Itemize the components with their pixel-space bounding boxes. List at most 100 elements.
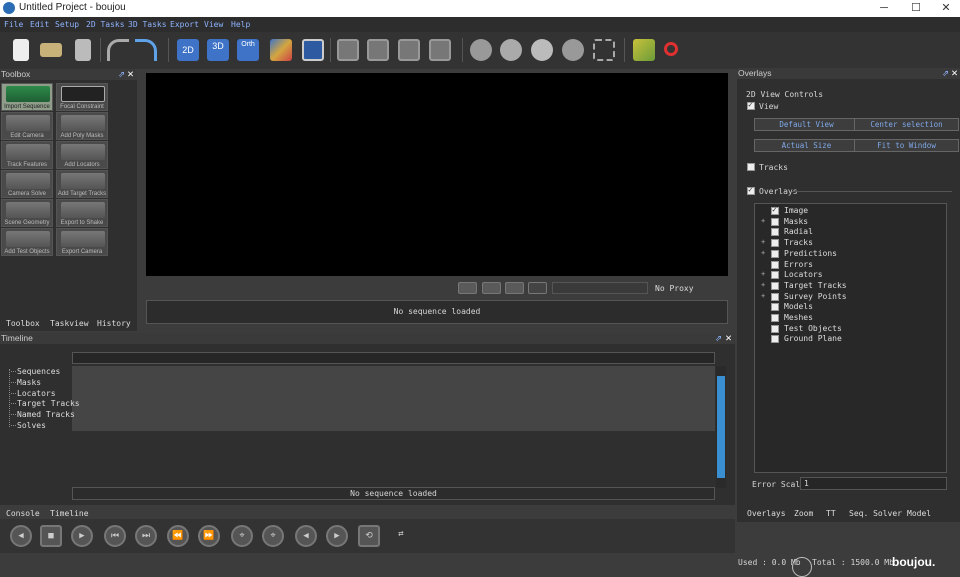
panel-close-icon[interactable]: ✕ (127, 69, 134, 80)
go-end-icon[interactable]: ▶ (326, 525, 348, 547)
overlay-checkbox[interactable] (771, 217, 779, 226)
step-back-icon[interactable]: ◀ (10, 525, 32, 547)
find-icon[interactable] (664, 42, 678, 56)
bounce-icon[interactable]: ⇄ (390, 525, 412, 547)
tool-add-test-objects[interactable]: Add Test Objects (1, 228, 53, 256)
overlays-checkbox[interactable] (747, 185, 755, 195)
rewind-icon[interactable]: ⏪ (167, 525, 189, 547)
actual-size-button[interactable]: Actual Size (754, 139, 859, 152)
maximize-button[interactable]: ☐ (900, 0, 932, 17)
redo-icon[interactable] (135, 39, 157, 61)
set-out-icon[interactable]: ⌖ (262, 525, 284, 547)
tool-add-locators[interactable]: Add Locators (56, 141, 108, 169)
tool-scene-geometry[interactable]: Scene Geometry (1, 199, 53, 227)
timeline-item-masks[interactable]: Masks (17, 378, 41, 387)
menu-file[interactable]: File (4, 20, 23, 29)
layout-quad-icon[interactable] (429, 39, 451, 61)
snapshot-icon[interactable] (458, 282, 477, 294)
save-icon[interactable] (75, 39, 91, 61)
tab-history[interactable]: History (97, 319, 131, 328)
new-file-icon[interactable] (13, 39, 29, 61)
tab-timeline[interactable]: Timeline (50, 509, 89, 518)
menu-2d-tasks[interactable]: 2D Tasks (86, 20, 125, 29)
overlay-checkbox[interactable] (771, 260, 779, 269)
layout-stack-icon[interactable] (398, 39, 420, 61)
tool-focal-constraint[interactable]: Focal Constraint (56, 83, 108, 111)
overlay-checkbox[interactable] (771, 314, 779, 322)
tool-edit-camera[interactable]: Edit Camera (1, 112, 53, 140)
expand-icon[interactable]: + (761, 249, 765, 257)
tool-add-poly-masks[interactable]: Add Poly Masks (56, 112, 108, 140)
layout-single-icon[interactable] (337, 39, 359, 61)
timeline-item-sequences[interactable]: Sequences (17, 367, 60, 376)
tab-overlays[interactable]: Overlays (747, 509, 786, 518)
center-selection-button[interactable]: Center selection (854, 118, 959, 131)
expand-icon[interactable]: + (761, 238, 765, 246)
next-frame-icon[interactable]: ⏭ (135, 525, 157, 547)
panel-close-icon[interactable]: ✕ (725, 333, 732, 344)
tab-seq-solver[interactable]: Seq. Solver (849, 509, 902, 518)
overlay-checkbox[interactable] (771, 324, 779, 333)
overlay-checkbox[interactable] (771, 281, 779, 290)
panel-close-icon[interactable]: ✕ (951, 68, 958, 79)
go-start-icon[interactable]: ◀ (295, 525, 317, 547)
overlay-checkbox[interactable] (771, 292, 779, 301)
loop-icon[interactable]: ⟲ (358, 525, 380, 547)
tracks-checkbox[interactable] (747, 163, 755, 171)
tab-taskview[interactable]: Taskview (50, 319, 89, 328)
menu-edit[interactable]: Edit (30, 20, 49, 29)
close-button[interactable]: ✕ (930, 0, 960, 17)
menu-export[interactable]: Export (170, 20, 199, 29)
dock-icon[interactable]: ⇗ (715, 333, 722, 344)
menu-view[interactable]: View (204, 20, 223, 29)
fit-to-window-button[interactable]: Fit to Window (854, 139, 959, 152)
fast-forward-icon[interactable]: ⏩ (198, 525, 220, 547)
tool-export-to-shake[interactable]: Export to Shake (56, 199, 108, 227)
tool-add-target-tracks[interactable]: Add Target Tracks (56, 170, 108, 198)
tool-track-features[interactable]: Track Features (1, 141, 53, 169)
view-3d-icon[interactable]: 3D (207, 39, 229, 61)
tool-export-camera[interactable]: Export Camera (56, 228, 108, 256)
tab-zoom[interactable]: Zoom (794, 509, 813, 518)
set-in-icon[interactable]: ⌖ (231, 525, 253, 547)
timeline-scrollbar[interactable] (716, 366, 726, 488)
camera-orbit-icon[interactable] (562, 39, 584, 61)
expand-icon[interactable]: + (761, 292, 765, 300)
menu-setup[interactable]: Setup (55, 20, 79, 29)
link-icon[interactable] (528, 282, 547, 294)
rotate-icon[interactable] (505, 282, 524, 294)
overlay-checkbox[interactable] (771, 205, 779, 215)
overlay-checkbox[interactable] (771, 228, 779, 237)
view-grid-icon[interactable] (302, 39, 324, 61)
menu-help[interactable]: Help (231, 20, 250, 29)
time-ruler[interactable] (72, 352, 715, 364)
undo-icon[interactable] (107, 39, 129, 61)
expand-icon[interactable]: + (761, 217, 765, 225)
expand-icon[interactable]: + (761, 281, 765, 289)
overlay-checkbox[interactable] (771, 303, 779, 312)
tab-tt[interactable]: TT (826, 509, 836, 518)
prev-frame-icon[interactable]: ⏮ (104, 525, 126, 547)
camera-solve-icon[interactable] (500, 39, 522, 61)
view-orth-icon[interactable]: Orth (237, 39, 259, 61)
view-checkbox[interactable] (747, 100, 755, 110)
view-graph-icon[interactable] (270, 39, 292, 61)
camera-reel-icon[interactable] (531, 39, 553, 61)
menu-3d-tasks[interactable]: 3D Tasks (128, 20, 167, 29)
scrollbar-thumb[interactable] (717, 376, 725, 478)
tab-console[interactable]: Console (6, 509, 40, 518)
camera-track-icon[interactable] (470, 39, 492, 61)
image-viewport[interactable] (146, 73, 728, 276)
dock-icon[interactable]: ⇗ (118, 69, 125, 80)
overlay-checkbox[interactable] (771, 271, 779, 280)
timeline-item-named-tracks[interactable]: Named Tracks (17, 410, 75, 419)
dock-icon[interactable]: ⇗ (942, 68, 949, 79)
minimize-button[interactable]: ─ (868, 0, 900, 17)
open-folder-icon[interactable] (40, 43, 62, 57)
overlay-checkbox[interactable] (771, 335, 779, 344)
stop-icon[interactable]: ■ (40, 525, 62, 547)
tab-model[interactable]: Model (907, 509, 931, 518)
timeline-item-locators[interactable]: Locators (17, 389, 56, 398)
default-view-button[interactable]: Default View (754, 118, 859, 131)
frame-field[interactable] (552, 282, 648, 294)
